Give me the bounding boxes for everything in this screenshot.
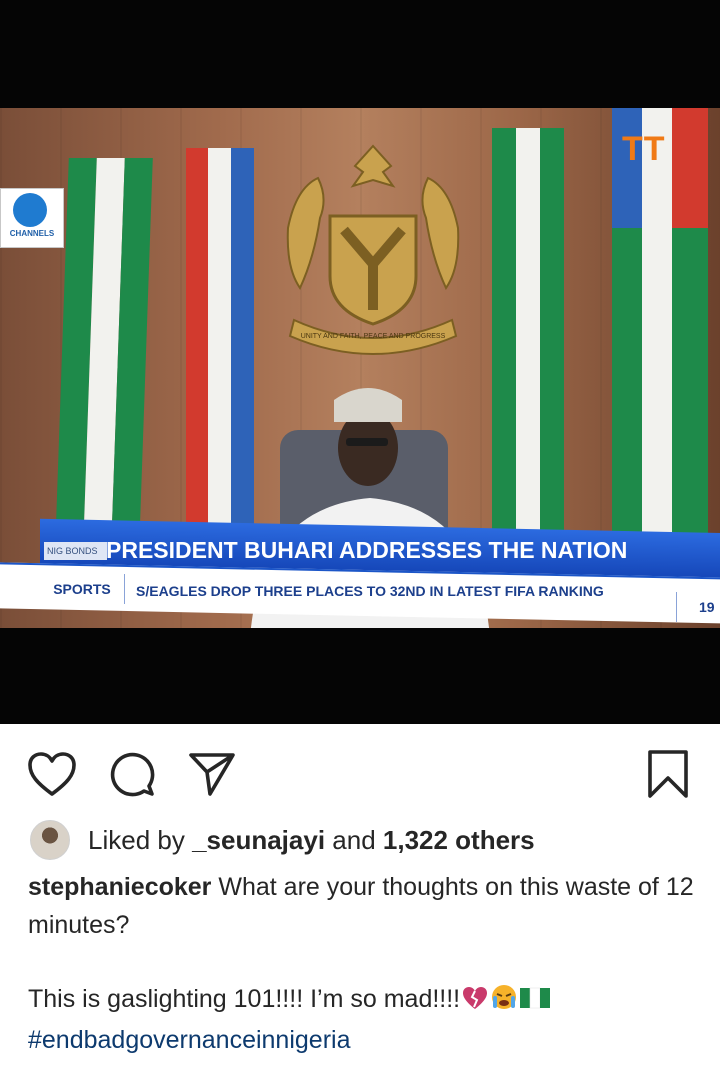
tv-screen: UNITY AND FAITH, PEACE AND PROGRESS CHAN… (0, 108, 720, 628)
likes-prefix: Liked by (88, 824, 193, 855)
channels-tv-logo: CHANNELS (0, 188, 64, 248)
likes-row: Liked by _seunajayi and 1,322 others (30, 820, 690, 860)
paper-plane-icon (189, 753, 235, 796)
headline-text: PRESIDENT BUHARI ADDRESSES THE NATION (106, 537, 628, 563)
post-caption: stephaniecoker What are your thoughts on… (28, 868, 698, 1059)
post-actions (0, 724, 720, 818)
likes-count[interactable]: 1,322 others (383, 825, 535, 855)
caption-first-paragraph: stephaniecoker What are your thoughts on… (28, 868, 698, 944)
headline-tag: NIG BONDS (44, 542, 107, 560)
hashtag-link[interactable]: #endbadgovernanceinnigeria (28, 1026, 351, 1054)
like-button[interactable] (24, 746, 80, 802)
nigeria-flag-right (492, 128, 564, 538)
broken-heart-icon (462, 983, 488, 1021)
post-image[interactable]: UNITY AND FAITH, PEACE AND PROGRESS CHAN… (0, 0, 720, 724)
crest-motto: UNITY AND FAITH, PEACE AND PROGRESS (301, 333, 446, 340)
likes-text: Liked by _seunajayi and 1,322 others (88, 825, 535, 856)
channels-logo-text: CHANNELS (9, 229, 55, 238)
heart-icon (28, 752, 76, 796)
comment-icon (110, 752, 155, 797)
avatar[interactable] (30, 820, 70, 860)
bookmark-icon (648, 750, 688, 798)
corner-watermark: TT (622, 130, 666, 168)
caption-username[interactable]: stephaniecoker (28, 873, 211, 901)
ticker-text: S/EAGLES DROP THREE PLACES TO 32ND IN LA… (136, 583, 604, 599)
share-button[interactable] (184, 746, 240, 802)
coat-of-arms: UNITY AND FAITH, PEACE AND PROGRESS (286, 144, 460, 355)
caption-second-paragraph: This is gaslighting 101!!!! I’m so mad!!… (28, 980, 698, 1021)
nigeria-flag-left (55, 158, 153, 548)
nigeria-flag-icon (520, 983, 551, 1021)
ticker-number: 19 (676, 592, 720, 622)
comment-button[interactable] (104, 746, 160, 802)
crying-face-icon (490, 983, 518, 1021)
save-button[interactable] (640, 746, 696, 802)
liker-username[interactable]: _seunajayi (192, 825, 325, 855)
caption-hashtag-line: #endbadgovernanceinnigeria (28, 1021, 698, 1059)
ticker-category: SPORTS (40, 574, 125, 604)
likes-middle: and (325, 824, 383, 855)
caption-line-2: This is gaslighting 101!!!! I’m so mad!!… (28, 985, 461, 1013)
presidential-flag-left (186, 148, 254, 548)
nigeria-flag-far-right (612, 228, 708, 548)
